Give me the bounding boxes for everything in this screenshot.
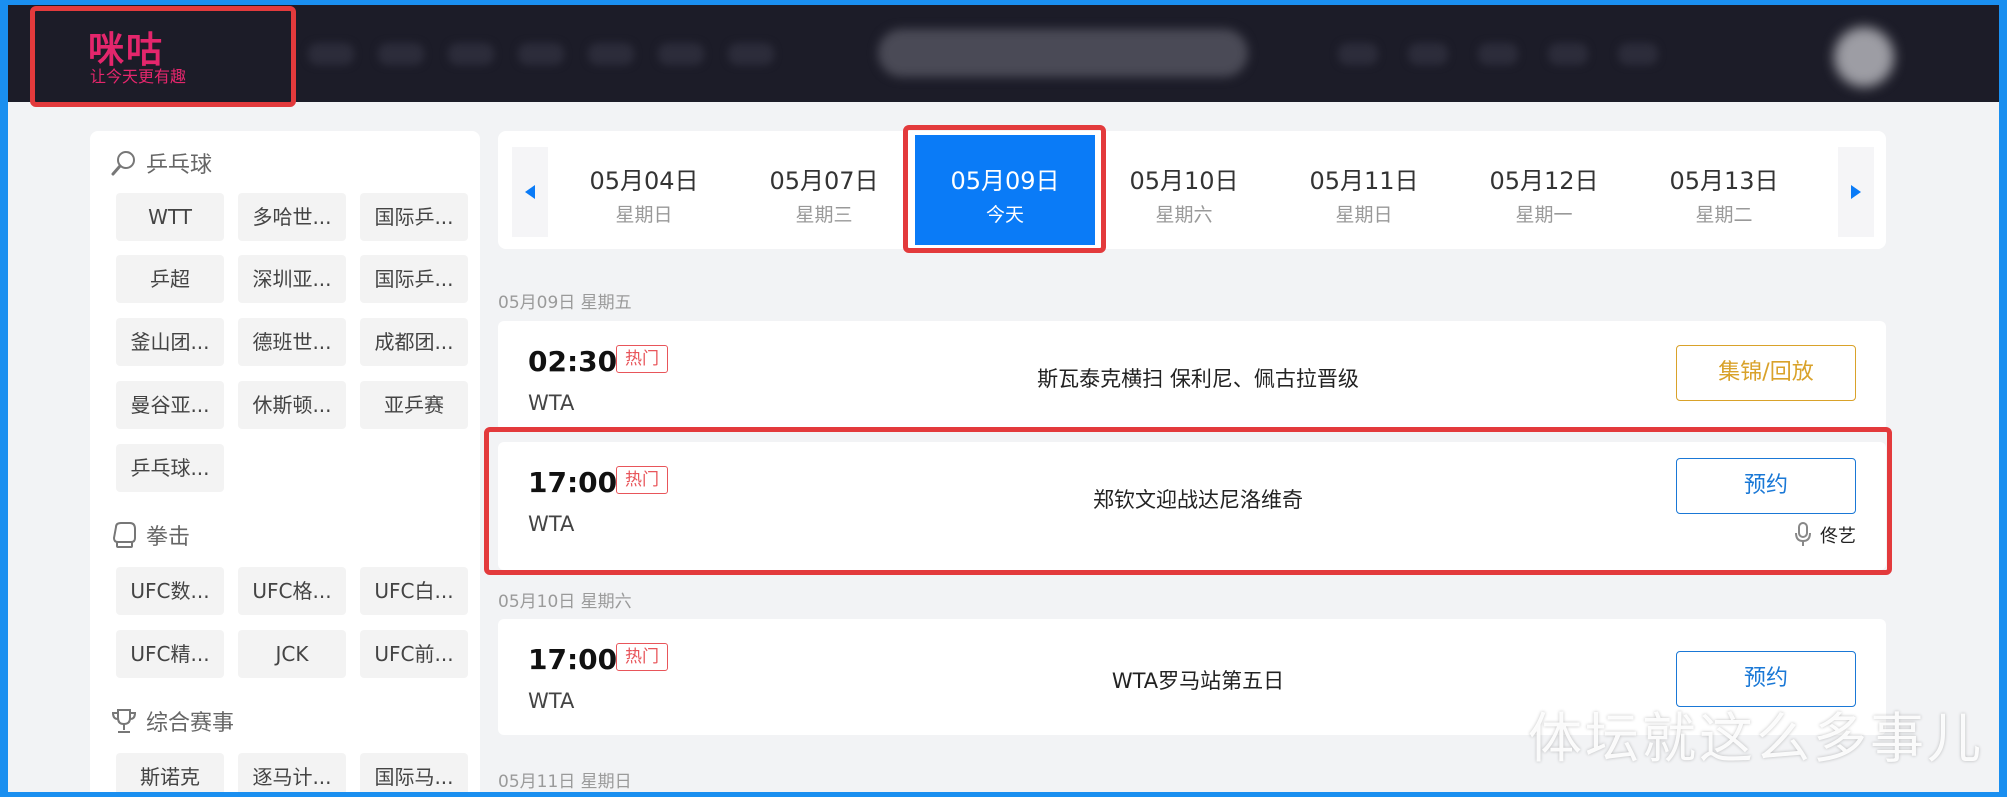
sport-tag[interactable]: 休斯顿... bbox=[238, 381, 346, 429]
date-tab-weekday: 星期日 bbox=[615, 204, 673, 226]
sport-tag[interactable]: 国际马... bbox=[360, 753, 468, 792]
date-selector: 05月04日 星期日 05月07日 星期三 05月09日 今天 05月10日 星… bbox=[498, 131, 1886, 249]
sport-tag[interactable]: 德班世... bbox=[238, 318, 346, 366]
day-header: 05月09日 星期五 bbox=[498, 293, 632, 313]
arrow-right-icon bbox=[1851, 185, 1861, 199]
avatar[interactable] bbox=[1834, 27, 1894, 87]
date-tab-date: 05月07日 bbox=[769, 167, 879, 195]
match-title[interactable]: WTA罗马站第五日 bbox=[798, 665, 1598, 695]
nav-item-blurred[interactable] bbox=[1408, 43, 1448, 65]
trophy-icon bbox=[111, 709, 137, 733]
date-tab[interactable]: 05月13日 星期二 bbox=[1634, 131, 1814, 249]
match-time: 17:00 bbox=[528, 643, 618, 676]
arrow-left-icon bbox=[525, 185, 535, 199]
sport-tag[interactable]: 亚乒赛 bbox=[360, 381, 468, 429]
match-title[interactable]: 斯瓦泰克横扫 保利尼、佩古拉晋级 bbox=[798, 363, 1598, 393]
sport-tag[interactable]: 国际乒... bbox=[360, 255, 468, 303]
date-tab-date: 05月13日 bbox=[1669, 167, 1779, 195]
category-title-multi-sport[interactable]: 综合赛事 bbox=[110, 705, 234, 737]
nav-item-blurred[interactable] bbox=[518, 43, 564, 65]
sport-tag[interactable]: UFC白... bbox=[360, 567, 468, 615]
hot-badge: 热门 bbox=[616, 345, 668, 373]
nav-item-blurred[interactable] bbox=[728, 43, 774, 65]
category-title-table-tennis[interactable]: 乒乓球 bbox=[110, 147, 212, 179]
category-title-boxing[interactable]: 拳击 bbox=[110, 519, 190, 551]
date-tab-date: 05月10日 bbox=[1129, 167, 1239, 195]
sport-tag[interactable]: 国际乒... bbox=[360, 193, 468, 241]
logo-highlight-box bbox=[30, 6, 296, 107]
category-title-label: 拳击 bbox=[146, 525, 191, 550]
nav-item-blurred[interactable] bbox=[378, 43, 424, 65]
date-tab[interactable]: 05月04日 星期日 bbox=[554, 131, 734, 249]
sport-tag[interactable]: 乒乓球... bbox=[116, 444, 224, 492]
search-icon bbox=[111, 151, 135, 176]
sport-tag[interactable]: 斯诺克 bbox=[116, 753, 224, 792]
sport-tag[interactable]: JCK bbox=[238, 630, 346, 678]
top-navigation-bar: 咪咕 让今天更有趣 bbox=[8, 5, 1999, 102]
day-header: 05月11日 星期日 bbox=[498, 772, 632, 792]
match-card[interactable]: 02:30 热门 WTA 斯瓦泰克横扫 保利尼、佩古拉晋级 集锦/回放 bbox=[498, 321, 1886, 431]
nav-item-blurred[interactable] bbox=[1338, 43, 1378, 65]
date-tab-weekday: 星期三 bbox=[795, 204, 853, 226]
nav-item-blurred[interactable] bbox=[1548, 43, 1588, 65]
date-tab-weekday: 星期二 bbox=[1695, 204, 1753, 226]
date-tab-date: 05月11日 bbox=[1309, 167, 1419, 195]
highlights-replay-button[interactable]: 集锦/回放 bbox=[1676, 345, 1856, 401]
date-tab[interactable]: 05月07日 星期三 bbox=[734, 131, 914, 249]
boxing-glove-icon bbox=[112, 522, 136, 548]
date-tab[interactable]: 05月11日 星期日 bbox=[1274, 131, 1454, 249]
sport-tag[interactable]: UFC格... bbox=[238, 567, 346, 615]
hot-badge: 热门 bbox=[616, 643, 668, 671]
nav-item-blurred[interactable] bbox=[1618, 43, 1658, 65]
match-league: WTA bbox=[528, 689, 575, 713]
sport-tag[interactable]: 成都团... bbox=[360, 318, 468, 366]
sport-tag[interactable]: 多哈世... bbox=[238, 193, 346, 241]
sport-category-sidebar: 乒乓球 WTT 多哈世... 国际乒... 乒超 深圳亚... 国际乒... 釜… bbox=[90, 131, 480, 792]
nav-item-blurred[interactable] bbox=[588, 43, 634, 65]
sport-tag[interactable]: UFC数... bbox=[116, 567, 224, 615]
today-highlight-box bbox=[903, 125, 1106, 253]
sport-tag[interactable]: 曼谷亚... bbox=[116, 381, 224, 429]
nav-item-blurred[interactable] bbox=[1478, 43, 1518, 65]
sport-tag[interactable]: WTT bbox=[116, 193, 224, 241]
date-tab-date: 05月04日 bbox=[589, 167, 699, 195]
search-input[interactable] bbox=[878, 29, 1248, 77]
date-tab[interactable]: 05月12日 星期一 bbox=[1454, 131, 1634, 249]
sport-tag[interactable]: UFC前... bbox=[360, 630, 468, 678]
category-title-label: 综合赛事 bbox=[146, 711, 235, 736]
prev-date-button[interactable] bbox=[512, 147, 548, 237]
sport-tag[interactable]: 乒超 bbox=[116, 255, 224, 303]
date-tab-weekday: 星期一 bbox=[1515, 204, 1573, 226]
match-highlight-box bbox=[484, 427, 1892, 575]
sport-tag[interactable]: 釜山团... bbox=[116, 318, 224, 366]
date-tab-weekday: 星期日 bbox=[1335, 204, 1393, 226]
date-tab[interactable]: 05月10日 星期六 bbox=[1094, 131, 1274, 249]
next-date-button[interactable] bbox=[1838, 147, 1874, 237]
nav-item-blurred[interactable] bbox=[448, 43, 494, 65]
match-league: WTA bbox=[528, 391, 575, 415]
sport-tag[interactable]: UFC精... bbox=[116, 630, 224, 678]
date-tab-date: 05月12日 bbox=[1489, 167, 1599, 195]
date-tab-weekday: 星期六 bbox=[1155, 204, 1213, 226]
sport-tag[interactable]: 深圳亚... bbox=[238, 255, 346, 303]
category-title-label: 乒乓球 bbox=[146, 153, 213, 178]
nav-item-blurred[interactable] bbox=[658, 43, 704, 65]
nav-item-blurred[interactable] bbox=[308, 43, 354, 65]
day-header: 05月10日 星期六 bbox=[498, 592, 632, 612]
app-window: 咪咕 让今天更有趣 乒乓球 WTT 多哈世... 国际乒... 乒超 深圳亚..… bbox=[8, 5, 1999, 792]
match-time: 02:30 bbox=[528, 345, 618, 378]
sport-tag[interactable]: 逐马计... bbox=[238, 753, 346, 792]
watermark: 体坛就这么多事儿 bbox=[1528, 707, 1984, 770]
